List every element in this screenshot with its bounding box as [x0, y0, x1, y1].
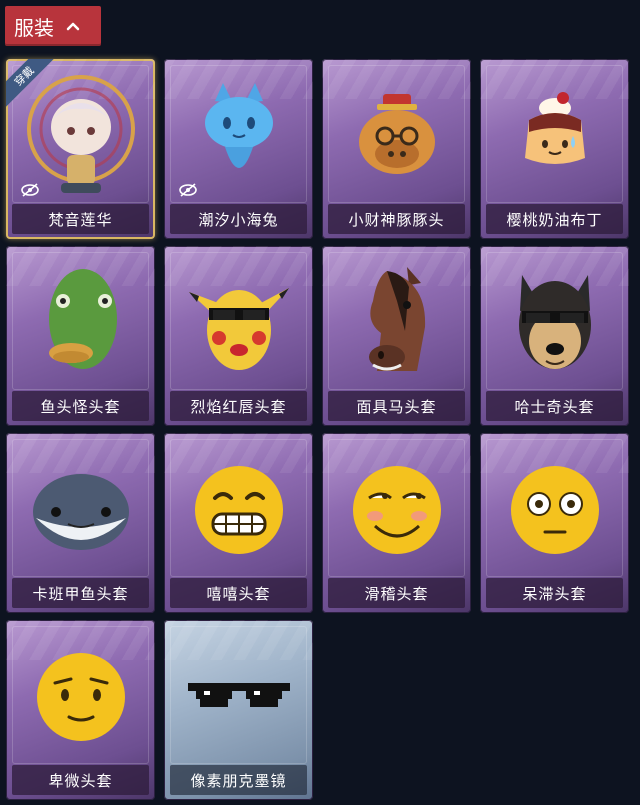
hidden-eye-icon[interactable]	[20, 183, 40, 197]
item-card[interactable]: 卡班甲鱼头套	[6, 433, 155, 613]
item-card[interactable]: 樱桃奶油布丁	[480, 59, 629, 239]
item-card[interactable]: 烈焰红唇头套	[164, 246, 313, 426]
item-card[interactable]: 小财神豚豚头	[322, 59, 471, 239]
item-grid: 穿戴 梵音莲华 潮汐小海兔 小财神豚豚头 樱桃奶油布丁 鱼头怪头套 烈焰红唇头套…	[6, 59, 629, 800]
sea-bunny-icon	[164, 69, 313, 199]
item-name: 樱桃奶油布丁	[486, 204, 623, 234]
item-card[interactable]: 嘻嘻头套	[164, 433, 313, 613]
item-card[interactable]: 哈士奇头套	[480, 246, 629, 426]
item-card[interactable]: 面具马头套	[322, 246, 471, 426]
fish-head-icon	[6, 256, 155, 386]
item-name: 呆滞头套	[486, 578, 623, 608]
pixel-sunglasses-icon	[164, 630, 313, 760]
item-card[interactable]: 潮汐小海兔	[164, 59, 313, 239]
item-name: 鱼头怪头套	[12, 391, 149, 421]
grin-face-icon	[164, 443, 313, 573]
item-name: 像素朋克墨镜	[170, 765, 307, 795]
blank-face-icon	[480, 443, 629, 573]
category-label: 服装	[14, 15, 54, 40]
fish-head-round-icon	[6, 443, 155, 573]
horse-mask-icon	[322, 256, 471, 386]
sly-face-icon	[322, 443, 471, 573]
item-name: 潮汐小海兔	[170, 204, 307, 234]
item-card[interactable]: 滑稽头套	[322, 433, 471, 613]
pikachu-head-icon	[164, 256, 313, 386]
item-name: 哈士奇头套	[486, 391, 623, 421]
item-card[interactable]: 鱼头怪头套	[6, 246, 155, 426]
item-name: 滑稽头套	[328, 578, 465, 608]
item-name: 面具马头套	[328, 391, 465, 421]
item-card[interactable]: 像素朋克墨镜	[164, 620, 313, 800]
item-name: 梵音莲华	[12, 204, 149, 234]
item-card[interactable]: 呆滞头套	[480, 433, 629, 613]
item-name: 卑微头套	[12, 765, 149, 795]
item-name: 嘻嘻头套	[170, 578, 307, 608]
item-name: 烈焰红唇头套	[170, 391, 307, 421]
item-name: 小财神豚豚头	[328, 204, 465, 234]
item-card[interactable]: 穿戴 梵音莲华	[6, 59, 155, 239]
figure-icon	[6, 69, 155, 199]
chevron-up-icon	[66, 22, 80, 31]
hidden-eye-icon[interactable]	[178, 183, 198, 197]
capybara-head-icon	[322, 69, 471, 199]
item-card[interactable]: 卑微头套	[6, 620, 155, 800]
category-dropdown[interactable]: 服装	[5, 6, 101, 46]
wardrobe-screen: 服装 穿戴 梵音莲华 潮汐小海兔 小财神豚豚头 樱桃奶油布丁 鱼头怪头套 烈焰红…	[0, 0, 640, 805]
shy-face-icon	[6, 630, 155, 760]
item-name: 卡班甲鱼头套	[12, 578, 149, 608]
husky-head-icon	[480, 256, 629, 386]
pudding-icon	[480, 69, 629, 199]
